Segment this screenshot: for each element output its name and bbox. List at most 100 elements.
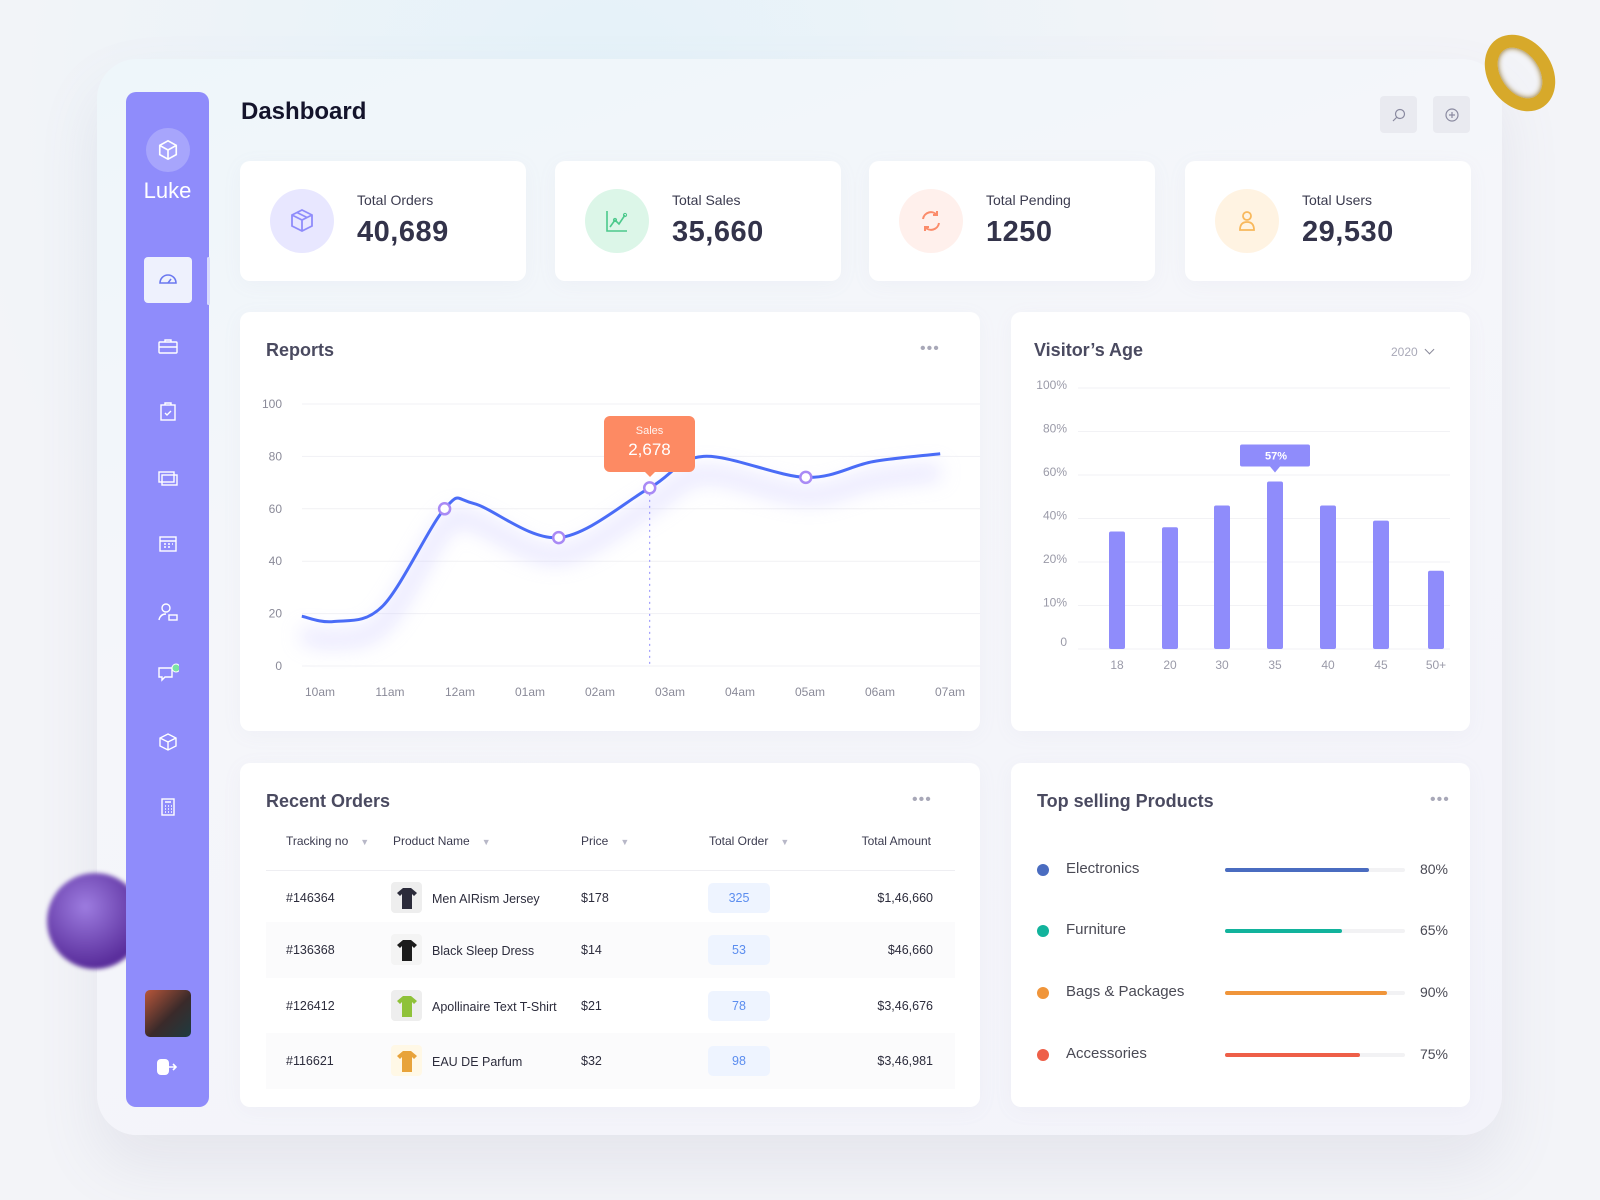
product-category-name: Accessories [1066, 1045, 1147, 1062]
bar[interactable] [1214, 505, 1230, 649]
progress-track [1225, 1053, 1405, 1057]
progress-fill [1225, 991, 1387, 995]
bar[interactable] [1267, 481, 1283, 649]
column-header-label: Product Name [393, 834, 470, 848]
progress-track [1225, 991, 1405, 995]
top-products-title: Top selling Products [1037, 791, 1214, 811]
progress-fill [1225, 1053, 1360, 1057]
sidebar-item-calendar[interactable] [144, 521, 192, 567]
x-tick-label: 50+ [1426, 658, 1446, 672]
column-header-label: Total Order [709, 834, 769, 848]
column-header[interactable]: Price ▼ [581, 834, 629, 848]
tracking-number: #126412 [286, 999, 335, 1013]
stat-card-total-users[interactable]: Total Users 29,530 [1185, 161, 1471, 281]
y-tick-label: 60% [1043, 465, 1067, 479]
total-order-badge: 78 [708, 991, 770, 1021]
price: $21 [581, 999, 602, 1013]
stat-card-total-orders[interactable]: Total Orders 40,689 [240, 161, 526, 281]
sidebar-item-briefcase[interactable] [144, 324, 192, 370]
product-name: Black Sleep Dress [432, 944, 535, 958]
sidebar-item-chat[interactable] [144, 651, 192, 697]
x-tick-label: 05am [795, 685, 825, 699]
dress-thumbnail [391, 934, 422, 965]
percent-label: 80% [1419, 861, 1448, 877]
y-tick-label: 80% [1043, 422, 1067, 436]
total-order-badge: 98 [708, 1046, 770, 1076]
top-product-item: Accessories 75% [1011, 1040, 1470, 1070]
category-dot-icon [1037, 1049, 1049, 1061]
sidebar-item-calculator[interactable] [144, 784, 192, 830]
sidebar: Luke [126, 92, 210, 1107]
bar[interactable] [1109, 531, 1125, 649]
table-row[interactable]: #116621 EAU DE Parfum $32 98 $3,46,981 [266, 1033, 955, 1089]
visitors-bar-chart: 0 10% 20% 40% 60% 80% 100% 18 20 30 35 57% 40 45 50+ [1036, 378, 1450, 672]
tooltip-pointer [644, 471, 656, 483]
tooltip-label: Sales [635, 425, 664, 437]
x-tick-label: 02am [585, 685, 615, 699]
y-tick-label: 80 [269, 449, 283, 463]
column-header[interactable]: Tracking no ▼ [286, 834, 369, 848]
total-amount: $46,660 [887, 943, 933, 957]
stat-card-total-pending[interactable]: Total Pending 1250 [869, 161, 1155, 281]
orders-menu-button[interactable]: ••• [912, 791, 932, 809]
x-tick-label: 03am [655, 685, 685, 699]
product-name: EAU DE Parfum [432, 1055, 523, 1069]
shirt-thumbnail [391, 882, 422, 913]
stat-label: Total Sales [672, 192, 741, 208]
sales-tooltip: Sales 2,678 [604, 416, 695, 477]
line-chart-icon [606, 211, 628, 232]
bar[interactable] [1162, 527, 1178, 649]
avatar[interactable] [145, 990, 191, 1037]
x-tick-label: 40 [1321, 658, 1335, 672]
column-header[interactable]: Total Amount [800, 834, 931, 848]
table-row[interactable]: #146364 Men AIRism Jersey $178 325 $1,46… [266, 870, 955, 926]
x-tick-label: 10am [305, 685, 335, 699]
sidebar-item-user-lock[interactable] [144, 589, 192, 635]
top-products-menu-button[interactable]: ••• [1430, 791, 1450, 809]
total-order-badge: 53 [708, 935, 770, 965]
y-tick-label: 60 [269, 502, 283, 516]
x-tick-label: 30 [1215, 658, 1229, 672]
stat-label: Total Orders [357, 192, 434, 208]
bar[interactable] [1320, 505, 1336, 649]
table-divider [266, 870, 955, 871]
table-row[interactable]: #136368 Black Sleep Dress $14 53 $46,660 [266, 922, 955, 978]
y-tick-label: 20 [269, 607, 283, 621]
bar-tooltip-value: 57% [1265, 451, 1287, 463]
screens-icon [158, 471, 178, 486]
sidebar-scrollbar[interactable] [207, 257, 210, 305]
orders-title: Recent Orders [266, 791, 391, 811]
column-header[interactable]: Total Order ▼ [709, 834, 789, 848]
search-button[interactable] [1380, 96, 1417, 133]
logout-icon[interactable] [156, 1057, 178, 1082]
reports-card: Reports ••• 0 20 40 60 80 100 10am 11am 12am 01am… [240, 312, 980, 731]
page-title: Dashboard [241, 98, 367, 125]
data-point-marker [642, 481, 657, 495]
sidebar-item-clipboard-check[interactable] [144, 389, 192, 435]
sidebar-item-screens[interactable] [144, 455, 192, 501]
stat-value: 1250 [986, 216, 1053, 248]
product-name: Men AIRism Jersey [432, 892, 540, 906]
search-icon [1392, 108, 1405, 121]
column-header[interactable]: Product Name ▼ [393, 834, 491, 848]
progress-fill [1225, 929, 1342, 933]
sidebar-item-box[interactable] [144, 719, 192, 765]
user-icon [1239, 211, 1255, 231]
y-tick-label: 0 [275, 659, 282, 673]
sidebar-item-dashboard-gauge[interactable] [144, 257, 192, 303]
table-row[interactable]: #126412 Apollinaire Text T-Shirt $21 78 … [266, 978, 955, 1034]
total-order-badge: 325 [708, 883, 770, 913]
x-tick-label: 04am [725, 685, 755, 699]
x-tick-label: 35 [1268, 658, 1282, 672]
column-header-label: Tracking no [286, 834, 349, 848]
column-header-label: Price [581, 834, 609, 848]
bar[interactable] [1428, 570, 1444, 649]
price: $32 [581, 1054, 602, 1068]
x-tick-label: 12am [445, 685, 475, 699]
dashboard-gauge-icon [159, 274, 177, 284]
top-product-item: Furniture 65% [1011, 916, 1470, 946]
add-button[interactable] [1433, 96, 1470, 133]
stat-card-total-sales[interactable]: Total Sales 35,660 [555, 161, 841, 281]
bar[interactable] [1373, 520, 1389, 649]
category-dot-icon [1037, 987, 1049, 999]
